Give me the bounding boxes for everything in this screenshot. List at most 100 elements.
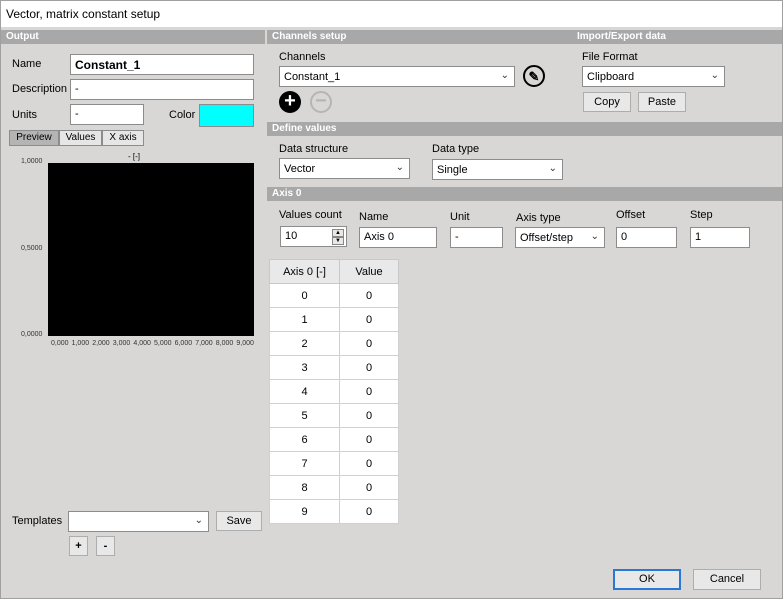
x-tick-label: 5,000 [154,340,172,347]
values-table: Axis 0 [-] Value 00102030405060708090 [269,259,399,524]
file-format-select[interactable]: Clipboard ⌄ [582,66,725,87]
name-input[interactable]: Constant_1 [70,54,254,75]
axis-cell[interactable]: 8 [269,475,340,500]
tab-x-axis[interactable]: X axis [102,130,144,146]
value-cell[interactable]: 0 [339,403,399,428]
dialog-window: Vector, matrix constant setup Output Nam… [0,0,783,599]
table-row[interactable]: 40 [269,379,399,404]
chart-title: - [-] [128,152,140,161]
step-label: Step [690,209,713,221]
axis-cell[interactable]: 5 [269,403,340,428]
column-header-value[interactable]: Value [339,259,399,284]
tab-preview[interactable]: Preview [9,130,59,146]
ok-button[interactable]: OK [613,569,681,590]
data-structure-label: Data structure [279,143,349,155]
value-cell[interactable]: 0 [339,427,399,452]
table-row[interactable]: 50 [269,403,399,428]
define-values-section-header: Define values [267,122,782,136]
color-swatch[interactable] [199,104,254,127]
table-row[interactable]: 90 [269,499,399,524]
add-template-button[interactable]: + [69,536,88,556]
description-label: Description [12,83,68,95]
table-row[interactable]: 20 [269,331,399,356]
x-tick-label: 1,000 [71,340,90,347]
data-type-select[interactable]: Single ⌄ [432,159,563,180]
cancel-button[interactable]: Cancel [693,569,761,590]
table-row[interactable]: 10 [269,307,399,332]
axis-cell[interactable]: 6 [269,427,340,452]
column-header-axis[interactable]: Axis 0 [-] [269,259,340,284]
units-input[interactable]: - [70,104,144,125]
channels-section-header: Channels setup [267,30,572,44]
paste-button[interactable]: Paste [638,92,686,112]
axis-cell[interactable]: 1 [269,307,340,332]
channels-select[interactable]: Constant_1 ⌄ [279,66,515,87]
table-row[interactable]: 70 [269,451,399,476]
pencil-icon[interactable]: ✎ [523,65,545,87]
chevron-down-icon: ⌄ [194,515,203,526]
color-label: Color [169,109,196,121]
axis0-section-header: Axis 0 [267,187,782,201]
axis-cell[interactable]: 3 [269,355,340,380]
copy-button[interactable]: Copy [583,92,631,112]
axis-unit-label: Unit [450,211,470,223]
x-tick-label: 9,000 [236,340,254,347]
step-input[interactable]: 1 [690,227,750,248]
chevron-down-icon: ⌄ [710,70,719,81]
axis-cell[interactable]: 0 [269,283,340,308]
table-row[interactable]: 80 [269,475,399,500]
axis-unit-input[interactable]: - [450,227,503,248]
x-tick-label: 4,000 [133,340,151,347]
chevron-down-icon: ⌄ [590,231,599,242]
value-cell[interactable]: 0 [339,355,399,380]
axis-cell[interactable]: 7 [269,451,340,476]
axis-cell[interactable]: 9 [269,499,340,524]
value-cell[interactable]: 0 [339,379,399,404]
axis-cell[interactable]: 2 [269,331,340,356]
preview-chart-plot [48,163,254,336]
axis-name-input[interactable]: Axis 0 [359,227,437,248]
axis-name-label: Name [359,211,389,223]
x-tick-label: 3,000 [112,340,131,347]
axis-type-select[interactable]: Offset/step ⌄ [515,227,605,248]
table-row[interactable]: 00 [269,283,399,308]
offset-label: Offset [616,209,646,221]
units-label: Units [12,109,38,121]
minus-circle-icon: − [310,91,332,113]
tab-values[interactable]: Values [59,130,102,146]
axis-type-label: Axis type [516,212,561,224]
chevron-down-icon: ⌄ [395,162,404,173]
value-cell[interactable]: 0 [339,475,399,500]
value-cell[interactable]: 0 [339,499,399,524]
description-input[interactable]: - [70,79,254,100]
stepper-down-icon[interactable]: ▼ [332,237,344,245]
table-row[interactable]: 60 [269,427,399,452]
table-row[interactable]: 30 [269,355,399,380]
axis-cell[interactable]: 4 [269,379,340,404]
offset-input[interactable]: 0 [616,227,677,248]
x-tick-label: 7,000 [195,340,213,347]
y-tick-label: 1,0000 [21,158,43,165]
name-label: Name [12,58,42,70]
x-tick-label: 2,000 [92,340,110,347]
x-tick-label: 6,000 [174,340,193,347]
y-tick-label: 0,0000 [21,331,43,338]
templates-select[interactable]: ⌄ [68,511,209,532]
values-table-body: 00102030405060708090 [269,283,399,524]
plus-circle-icon[interactable]: + [279,91,301,113]
y-tick-label: 0,5000 [21,244,43,252]
remove-template-button[interactable]: - [96,536,115,556]
values-count-label: Values count [279,209,342,221]
stepper-up-icon[interactable]: ▲ [332,229,344,237]
window-title: Vector, matrix constant setup [1,1,782,27]
values-count-stepper[interactable]: 10 ▲ ▼ [280,226,347,247]
value-cell[interactable]: 0 [339,283,399,308]
save-template-button[interactable]: Save [216,511,262,531]
x-tick-label: 0,000 [51,340,69,347]
data-type-label: Data type [432,143,480,155]
templates-label: Templates [12,515,63,527]
value-cell[interactable]: 0 [339,451,399,476]
data-structure-select[interactable]: Vector ⌄ [279,158,410,179]
value-cell[interactable]: 0 [339,307,399,332]
value-cell[interactable]: 0 [339,331,399,356]
